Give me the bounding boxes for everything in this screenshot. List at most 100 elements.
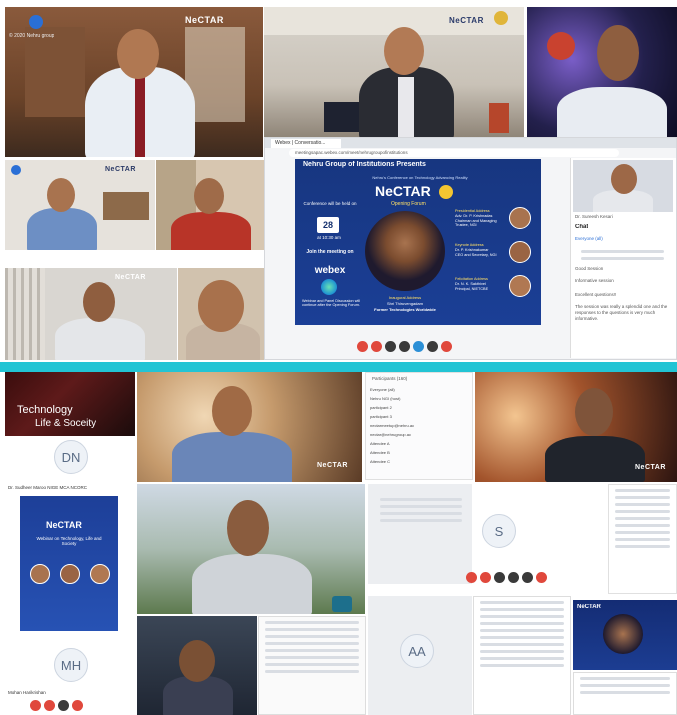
avatar-mh[interactable]: MH bbox=[54, 648, 88, 682]
speaker-1-title: Chairman and Managing Trustee, NGI bbox=[455, 219, 497, 227]
avatar-s[interactable]: S bbox=[482, 514, 516, 548]
flyer-info-1: Conference will be held on bbox=[303, 201, 357, 206]
video-tile-speaker-6[interactable]: NeCTAR bbox=[5, 268, 177, 360]
leave-button[interactable] bbox=[441, 341, 452, 352]
nectar-brand-label: NeCTAR bbox=[185, 15, 224, 25]
mini-flyer: NeCTAR bbox=[573, 600, 677, 670]
participants-panel: Participants (160) Everyone (all) Nehru … bbox=[365, 372, 473, 480]
video-tile-speaker-5[interactable] bbox=[156, 160, 264, 250]
corner-caption: © 2020 Nehru group bbox=[9, 33, 55, 39]
chat-panel-2 bbox=[608, 484, 677, 594]
flyer-join: Join the meeting on bbox=[306, 249, 354, 255]
flyer-star-icon bbox=[439, 185, 453, 199]
event-flyer: Nehru Group of Institutions Presents Neh… bbox=[295, 159, 541, 325]
participant-item-2[interactable]: Nehru NGI (host) bbox=[370, 394, 470, 403]
participant-panel-s bbox=[368, 484, 472, 584]
address-bar[interactable]: meetingsapac.webex.com/meet/nehrugroupof… bbox=[289, 149, 619, 157]
participant-item-9[interactable]: Attendee C bbox=[370, 457, 470, 466]
mute-button[interactable] bbox=[357, 341, 368, 352]
webinar-flyer-title: NeCTAR bbox=[46, 520, 82, 530]
leave-button-3[interactable] bbox=[72, 700, 83, 711]
participant-label-2: Mohan Harikrishan bbox=[8, 690, 46, 695]
participant-item-5[interactable]: nectarmeetup@nehru.ac bbox=[370, 421, 470, 430]
video-tile-speaker-9[interactable]: NeCTAR bbox=[475, 372, 677, 482]
participants-button[interactable] bbox=[413, 341, 424, 352]
speaker-2-title: CEO and Secretary, NGI bbox=[455, 253, 497, 257]
flyer-time: at 10:30 am bbox=[317, 235, 341, 240]
flyer-date: 28 bbox=[322, 220, 333, 230]
participant-item-1[interactable]: Everyone (all) bbox=[370, 385, 470, 394]
speaker-3-role: Felicitation Address bbox=[455, 277, 488, 281]
video-tile-speaker-1[interactable]: NeCTAR © 2020 Nehru group bbox=[5, 7, 263, 157]
mute-button-2[interactable] bbox=[466, 572, 477, 583]
inaugural-name: Shri Thiruvengadam bbox=[387, 301, 423, 306]
participant-item-4[interactable]: participant 3 bbox=[370, 412, 470, 421]
mini-webex-list bbox=[374, 494, 468, 526]
video-tile-speaker-3[interactable] bbox=[527, 7, 677, 137]
video-button[interactable] bbox=[371, 341, 382, 352]
speaker-3-name: Dr. N. K. Sakthivel bbox=[455, 282, 486, 286]
video-tile-speaker-7[interactable] bbox=[178, 268, 264, 360]
share-button-2[interactable] bbox=[494, 572, 505, 583]
browser-tab-bar: Webex | Conversatio... bbox=[265, 138, 676, 148]
more-button[interactable] bbox=[427, 341, 438, 352]
video-tile-speaker-10[interactable] bbox=[137, 484, 365, 614]
speaker-1-name: Adv. Dr. P. Krishnadas bbox=[455, 214, 493, 218]
speaker-1-photo bbox=[509, 207, 531, 229]
preview-thumb bbox=[332, 596, 352, 612]
flyer-note: Webinar and Panel Discussion will contin… bbox=[302, 299, 360, 307]
meeting-controls-3 bbox=[30, 700, 83, 711]
more-button-2[interactable] bbox=[522, 572, 533, 583]
avatar-icon bbox=[494, 11, 508, 25]
nectar-brand-label-6: NeCTAR bbox=[635, 464, 666, 471]
meeting-controls-2 bbox=[466, 572, 547, 583]
share-button-3[interactable] bbox=[58, 700, 69, 711]
record-button[interactable] bbox=[399, 341, 410, 352]
avatar-dn[interactable]: DN bbox=[54, 440, 88, 474]
chat-video-thumb bbox=[573, 160, 673, 212]
video-tile-speaker-4[interactable]: NeCTAR bbox=[5, 160, 155, 250]
flyer-forum: Opening Forum bbox=[391, 201, 426, 207]
speaker-1-role: Presidential Address bbox=[455, 209, 490, 213]
participant-item-3[interactable]: participant 2 bbox=[370, 403, 470, 412]
video-tile-speaker-8[interactable]: NeCTAR bbox=[137, 372, 362, 482]
chat-item-1[interactable]: Everyone (all) bbox=[575, 236, 603, 241]
video-tile-speaker-11[interactable] bbox=[137, 616, 257, 715]
flyer-center-photo bbox=[365, 211, 445, 291]
inaugural-role: Inaugural Address bbox=[388, 295, 422, 300]
speaker-2-name: Dr. P. Krishnakumar bbox=[455, 248, 489, 252]
chat-item-4: Excellent questions!! bbox=[575, 292, 617, 297]
video-tile-speaker-2[interactable]: NeCTAR bbox=[264, 7, 524, 137]
share-button[interactable] bbox=[385, 341, 396, 352]
mute-button-3[interactable] bbox=[30, 700, 41, 711]
browser-tab[interactable]: Webex | Conversatio... bbox=[271, 139, 341, 148]
logo-icon-2 bbox=[11, 165, 21, 175]
video-button-2[interactable] bbox=[480, 572, 491, 583]
browser-window: Webex | Conversatio... meetingsapac.webe… bbox=[264, 137, 677, 360]
chat-title: Chat bbox=[575, 224, 589, 230]
collage-page: NeCTAR © 2020 Nehru group NeCTAR NeCTAR bbox=[0, 0, 677, 715]
leave-button-2[interactable] bbox=[536, 572, 547, 583]
participant-item-6[interactable]: nectar@nehrugroup.ac bbox=[370, 430, 470, 439]
participant-item-8[interactable]: Attendee B bbox=[370, 448, 470, 457]
nectar-brand-label-2: NeCTAR bbox=[449, 16, 484, 25]
participant-label: Dr. Sudheer Maroo NIGE MCA NCORC bbox=[8, 485, 88, 490]
flyer-header: Nehru Group of Institutions Presents bbox=[303, 161, 426, 168]
nectar-brand-label-4: NeCTAR bbox=[115, 274, 146, 281]
speaker-3-photo bbox=[509, 275, 531, 297]
mini-flyer-title: NeCTAR bbox=[577, 604, 601, 610]
speaker-2-role: Keynote Address bbox=[455, 243, 484, 247]
record-button-2[interactable] bbox=[508, 572, 519, 583]
participant-item-7[interactable]: Attendee A bbox=[370, 439, 470, 448]
speaker-3-title: Principal, NIETCBE bbox=[455, 287, 489, 291]
tech-banner: Technology Life & Soceity bbox=[5, 372, 135, 436]
nectar-brand-label-5: NeCTAR bbox=[317, 462, 348, 469]
nectar-brand-label-3: NeCTAR bbox=[105, 166, 136, 173]
chat-panel-3 bbox=[573, 672, 677, 715]
address-url: meetingsapac.webex.com/meet/nehrugroupof… bbox=[295, 150, 408, 155]
video-button-3[interactable] bbox=[44, 700, 55, 711]
webinar-flyer-subtitle: Webinar on Technology, Life and Society bbox=[36, 536, 102, 546]
section-divider bbox=[0, 362, 677, 372]
tech-title-line2: Life & Soceity bbox=[35, 418, 97, 429]
avatar-aa[interactable]: AA bbox=[400, 634, 434, 668]
